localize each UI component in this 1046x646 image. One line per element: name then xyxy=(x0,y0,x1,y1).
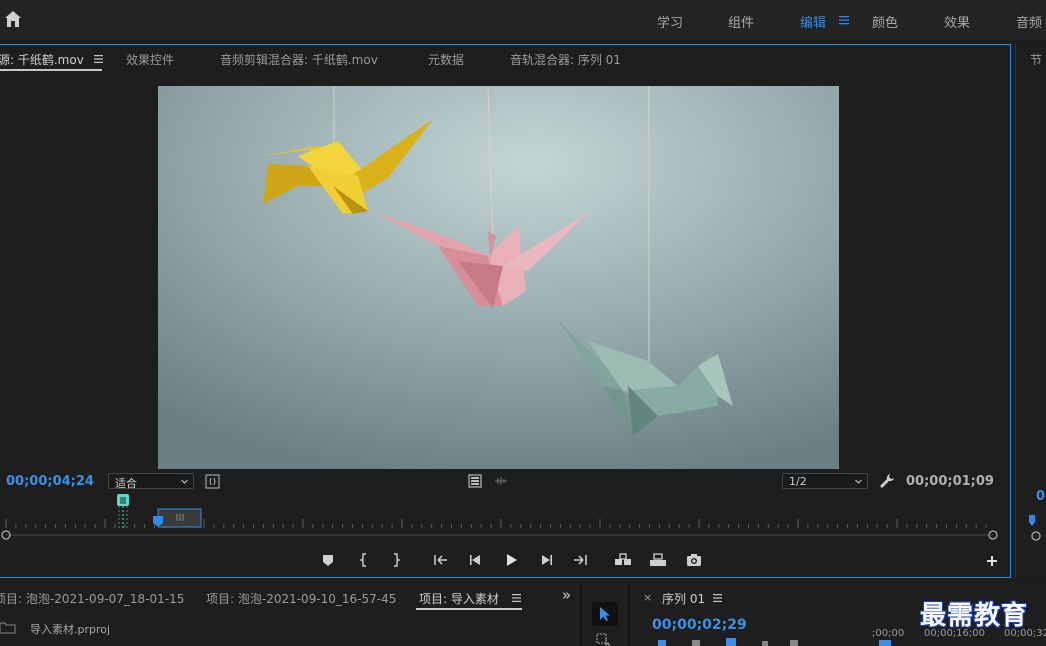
resolution-select[interactable]: 1/2 xyxy=(782,473,868,489)
tab-program[interactable]: 节 xyxy=(1030,51,1042,68)
insert-icon[interactable] xyxy=(613,550,633,570)
panel-divider[interactable] xyxy=(580,584,582,646)
tab-effect-controls[interactable]: 效果控件 xyxy=(126,51,174,68)
program-in-marker[interactable] xyxy=(1026,514,1038,528)
zoom-select-value: 适合 xyxy=(115,477,137,490)
step-back-icon[interactable] xyxy=(466,550,486,570)
sequence-timecode[interactable]: 00;00;02;29 xyxy=(652,617,747,633)
workspace-assembly[interactable]: 组件 xyxy=(728,12,754,31)
selection-tool-button[interactable] xyxy=(592,602,618,626)
source-time-ruler[interactable] xyxy=(0,490,1005,545)
tab-audio-clip-mixer[interactable]: 音频剪辑混合器: 千纸鹤.mov xyxy=(220,51,378,68)
tab-menu-icon[interactable] xyxy=(713,593,723,603)
program-zoom-handle[interactable] xyxy=(1029,529,1043,543)
tab-audio-track-mixer[interactable]: 音轨混合器: 序列 01 xyxy=(510,51,621,68)
workspace-learn[interactable]: 学习 xyxy=(657,12,683,31)
tab-project-3[interactable]: 项目: 导入素材 xyxy=(419,590,499,607)
timeline-tick-label: ;00;00 xyxy=(872,628,905,639)
add-button-icon[interactable] xyxy=(985,554,999,568)
tab-menu-icon[interactable] xyxy=(512,593,522,603)
duration-timecode: 00;00;01;09 xyxy=(906,474,994,489)
workspace-color[interactable]: 颜色 xyxy=(872,12,898,31)
tab-metadata[interactable]: 元数据 xyxy=(428,51,464,68)
tab-sequence[interactable]: 序列 01 xyxy=(662,590,705,607)
zoom-select[interactable]: 适合 xyxy=(108,473,194,490)
video-frame xyxy=(158,86,839,469)
add-marker-icon[interactable] xyxy=(318,550,338,570)
workspace-editing[interactable]: 编辑 xyxy=(800,12,826,31)
overwrite-icon[interactable] xyxy=(648,550,668,570)
more-tabs-button[interactable]: » xyxy=(562,586,571,604)
drag-video-icon[interactable] xyxy=(468,474,482,488)
program-timecode-fragment: 0 xyxy=(1036,489,1046,504)
tab-project-2[interactable]: 项目: 泡泡-2021-09-10_16-57-45 xyxy=(206,590,396,607)
workspace-audio[interactable]: 音频 xyxy=(1016,12,1042,31)
wrench-icon[interactable] xyxy=(879,473,895,489)
active-tab-underline xyxy=(0,69,102,71)
mark-out-icon[interactable] xyxy=(386,550,406,570)
playhead-timecode[interactable]: 00;00;04;24 xyxy=(6,474,94,489)
drag-audio-icon[interactable] xyxy=(494,476,508,486)
tab-menu-icon[interactable] xyxy=(94,54,104,64)
chevron-down-icon xyxy=(855,479,862,484)
track-select-tool-icon[interactable] xyxy=(596,632,614,646)
watermark-logo: 最需教育 xyxy=(920,601,1029,631)
timeline-tool-icons[interactable] xyxy=(650,638,810,646)
timeline-playhead[interactable] xyxy=(878,640,892,646)
step-forward-icon[interactable] xyxy=(536,550,556,570)
home-icon[interactable] xyxy=(4,10,22,28)
arrow-cursor-icon xyxy=(600,607,610,621)
close-sequence-tab[interactable]: × xyxy=(643,591,652,604)
resolution-select-value: 1/2 xyxy=(789,475,807,488)
play-icon[interactable] xyxy=(501,550,521,570)
workspace-effects[interactable]: 效果 xyxy=(944,12,970,31)
folder-icon xyxy=(0,622,16,634)
mark-in-icon[interactable] xyxy=(354,550,374,570)
panel-divider[interactable] xyxy=(628,584,630,646)
camera-icon[interactable] xyxy=(684,550,704,570)
go-to-in-icon[interactable] xyxy=(431,550,451,570)
tab-source[interactable]: 源: 千纸鹤.mov xyxy=(0,51,84,68)
insert-settings-icon[interactable] xyxy=(205,474,220,489)
project-file-name[interactable]: 导入素材.prproj xyxy=(30,621,110,637)
tab-project-1[interactable]: 项目: 泡泡-2021-09-07_18-01-15 xyxy=(0,590,184,607)
go-to-out-icon[interactable] xyxy=(570,550,590,570)
active-tab-underline xyxy=(416,608,522,610)
chevron-down-icon xyxy=(181,479,188,484)
hamburger-icon[interactable] xyxy=(838,14,850,26)
